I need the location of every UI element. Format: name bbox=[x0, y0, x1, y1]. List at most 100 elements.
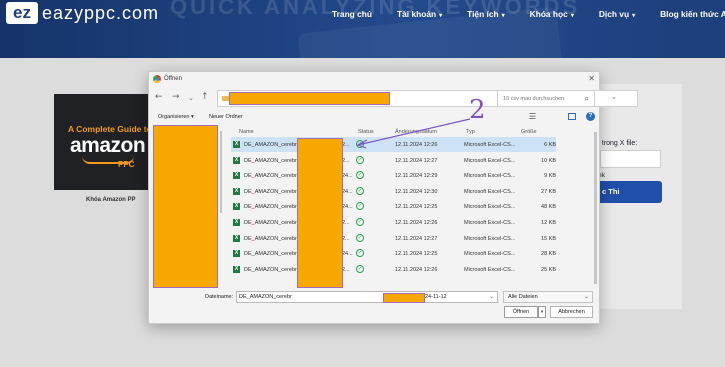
file-date: 12.11.2024 12:26 bbox=[395, 220, 438, 226]
nav-item-label: Trang chủ bbox=[332, 9, 373, 19]
col-type[interactable]: Typ bbox=[466, 129, 475, 135]
cancel-button[interactable]: Abbrechen bbox=[550, 306, 593, 318]
filename-prefix: DE_AMAZON_cerebr bbox=[239, 294, 292, 300]
logo-mark: ez bbox=[6, 2, 38, 24]
nav-item[interactable]: Tiện ích ▾ bbox=[467, 9, 505, 19]
view-options-icon[interactable]: ☰ bbox=[529, 112, 536, 121]
col-date[interactable]: Änderungsdatum bbox=[395, 129, 437, 135]
chrome-icon bbox=[153, 75, 161, 83]
chevron-down-icon: ▾ bbox=[501, 13, 505, 19]
filter-dropdown-icon: ⌄ bbox=[583, 294, 589, 300]
file-row[interactable]: X DE_AMAZON_cerebr 24... ✓ 12.11.2024 12:30 M… bbox=[231, 184, 556, 199]
file-type: Microsoft Excel-CS... bbox=[464, 173, 516, 180]
file-row[interactable]: X DE_AMAZON_cerebr 24... ✓ 12.11.2024 12:29 M… bbox=[231, 168, 556, 183]
address-dropdown-icon[interactable]: ⌄ bbox=[611, 93, 617, 101]
excel-file-icon: X bbox=[233, 141, 240, 148]
sync-status-icon: ✓ bbox=[356, 218, 364, 226]
excel-file-icon: X bbox=[233, 265, 240, 273]
dialog-title: Öffnen bbox=[164, 76, 182, 82]
file-type: Microsoft Excel-CS... bbox=[464, 157, 516, 164]
file-size: 27 KB bbox=[541, 188, 556, 195]
course-banner[interactable]: A Complete Guide to amazon PPC bbox=[54, 94, 150, 190]
nav-item-label: Dịch vụ bbox=[598, 9, 630, 19]
nav-item[interactable]: Trang chủ bbox=[332, 9, 372, 19]
excel-file-icon: X bbox=[233, 234, 240, 242]
navigation-pane-redacted bbox=[153, 125, 218, 288]
file-date: 12.11.2024 12:30 bbox=[395, 188, 438, 195]
col-size[interactable]: Größe bbox=[521, 129, 537, 135]
file-row[interactable]: X DE_AMAZON_cerebr 2... ✓ 12.11.2024 12:26 Mi… bbox=[231, 137, 556, 152]
chevron-down-icon[interactable]: ⌄ bbox=[188, 94, 194, 102]
file-row[interactable]: X DE_AMAZON_cerebr 24... ✓ 12.11.2024 12:25 M… bbox=[231, 199, 556, 214]
excel-file-icon: X bbox=[233, 219, 240, 226]
help-icon[interactable]: ? bbox=[586, 112, 595, 121]
file-row[interactable]: X DE_AMAZON_cerebr 2... ✓ 12.11.2024 12:26 Mi… bbox=[231, 215, 556, 230]
column-headers: Name Status Änderungsdatum Typ Größe bbox=[231, 127, 593, 137]
search-icon[interactable]: ⌕ bbox=[585, 94, 589, 104]
navigation-scrollbar[interactable] bbox=[220, 131, 222, 213]
file-name-tail: 2... bbox=[342, 220, 350, 226]
sync-status-icon: ✓ bbox=[356, 140, 364, 148]
filter-label: Alle Dateien bbox=[508, 294, 538, 300]
forward-icon[interactable]: → bbox=[172, 92, 180, 102]
back-icon[interactable]: ← bbox=[155, 92, 163, 102]
nav-item[interactable]: Tài khoản ▾ bbox=[397, 9, 442, 19]
side-input[interactable] bbox=[600, 150, 661, 168]
site-header: QUICK ANALYZING KEYWORDS ez eazyppc.com … bbox=[0, 0, 725, 58]
organize-button[interactable]: Organisieren ▾ bbox=[158, 114, 194, 120]
file-size: 15 KB bbox=[541, 235, 556, 242]
nav-item-label: Tiện ích bbox=[467, 9, 499, 19]
file-name-tail: 2... bbox=[342, 142, 350, 148]
dialog-titlebar: Öffnen ✕ bbox=[149, 72, 599, 87]
chevron-down-icon: ▾ bbox=[570, 13, 574, 19]
nav-item[interactable]: Blog kiến thức Amazon bbox=[660, 9, 725, 19]
nav-item[interactable]: Dịch vụ ▾ bbox=[599, 9, 635, 19]
side-label: n trong X file: bbox=[596, 140, 638, 147]
site-logo[interactable]: ez eazyppc.com bbox=[6, 2, 159, 24]
file-type: Microsoft Excel-CS... bbox=[464, 235, 516, 242]
file-size: 6 KB bbox=[544, 142, 556, 148]
address-path-redacted bbox=[229, 92, 390, 105]
folder-icon bbox=[222, 96, 229, 101]
filename-label: Dateiname: bbox=[205, 294, 234, 300]
file-size: 25 KB bbox=[541, 266, 556, 273]
file-row[interactable]: X DE_AMAZON_cerebr 24... ✓ 12.11.2024 12:25 M… bbox=[231, 246, 556, 261]
banner-brand: amazon bbox=[70, 134, 146, 157]
sync-status-icon: ✓ bbox=[356, 264, 364, 273]
file-type-filter[interactable]: Alle Dateien ⌄ bbox=[503, 291, 593, 303]
col-name[interactable]: Name bbox=[239, 129, 254, 135]
col-status[interactable]: Status bbox=[358, 129, 374, 135]
file-row[interactable]: X DE_AMAZON_cerebr 2... ✓ 12.11.2024 12:27 Mi… bbox=[231, 153, 556, 168]
preview-pane-icon[interactable] bbox=[568, 113, 576, 120]
banner-sub: PPC bbox=[118, 160, 135, 169]
file-row[interactable]: X DE_AMAZON_cerebr 2... ✓ 12.11.2024 12:26 Mi… bbox=[231, 262, 556, 277]
file-type: Microsoft Excel-CS... bbox=[464, 220, 516, 226]
file-date: 12.11.2024 12:27 bbox=[395, 157, 438, 164]
file-list-scrollbar[interactable] bbox=[594, 132, 597, 284]
file-row[interactable]: X DE_AMAZON_cerebr 2... ✓ 12.11.2024 12:27 Mi… bbox=[231, 231, 556, 246]
sync-status-icon: ✓ bbox=[356, 202, 364, 211]
file-type: Microsoft Excel-CS... bbox=[464, 251, 516, 258]
sync-status-icon: ✓ bbox=[356, 186, 364, 195]
run-button[interactable]: c Thi bbox=[592, 181, 662, 203]
open-button[interactable]: Öffnen bbox=[504, 306, 538, 318]
filename-dropdown-icon[interactable]: ⌄ bbox=[489, 293, 494, 300]
new-folder-button[interactable]: Neuer Ordner bbox=[209, 114, 243, 120]
filename-input[interactable]: DE_AMAZON_cerebr 24-11-12 ⌄ bbox=[236, 291, 498, 303]
banner-caption[interactable]: Khóa Amazon PP bbox=[86, 197, 135, 203]
search-input[interactable]: 10 csv mau durchsuchen ⌕ bbox=[497, 90, 595, 107]
filename-redacted bbox=[383, 293, 425, 303]
file-type: Microsoft Excel-CS... bbox=[464, 204, 516, 211]
sync-status-icon: ✓ bbox=[356, 233, 364, 242]
up-icon[interactable]: ↑ bbox=[201, 92, 209, 102]
filename-suffix: 24-11-12 bbox=[425, 294, 447, 300]
file-name-tail: 24... bbox=[342, 188, 353, 195]
file-date: 12.11.2024 12:29 bbox=[395, 173, 438, 180]
close-icon[interactable]: ✕ bbox=[588, 74, 595, 83]
file-name-tail: 2... bbox=[342, 157, 350, 164]
open-dropdown-icon[interactable]: ▾ bbox=[538, 306, 546, 318]
file-size: 12 KB bbox=[541, 220, 556, 226]
file-date: 12.11.2024 12:25 bbox=[395, 251, 438, 258]
excel-file-icon: X bbox=[233, 187, 240, 195]
nav-item[interactable]: Khóa học ▾ bbox=[530, 9, 574, 19]
